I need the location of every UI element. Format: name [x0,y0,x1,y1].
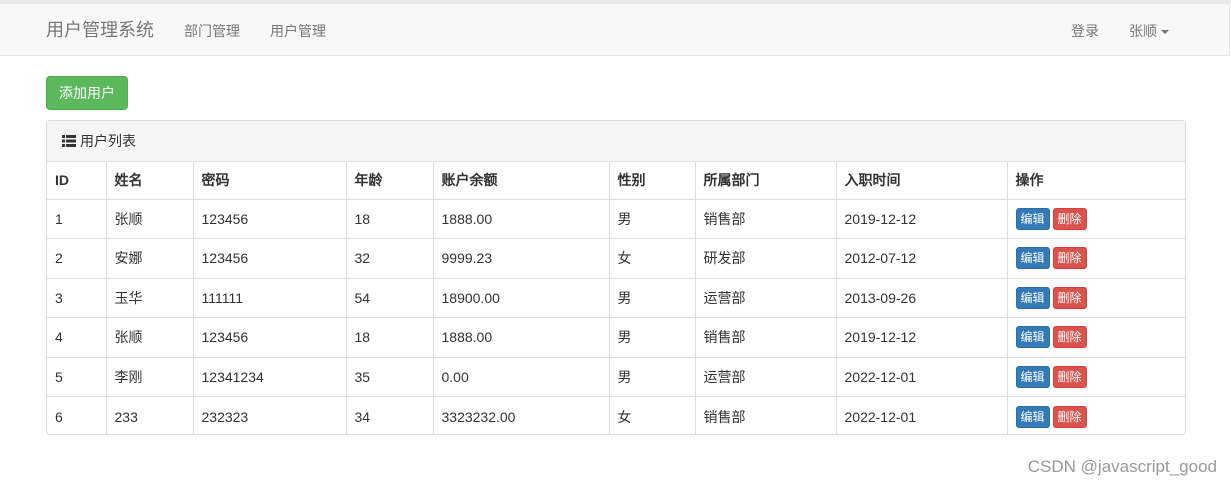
cell-department: 运营部 [695,357,837,397]
cell-name: 李刚 [106,357,194,397]
cell-balance: 18900.00 [433,278,610,318]
edit-button[interactable]: 编辑 [1015,365,1050,388]
table-row: 4 张顺 123456 18 1888.00 男销售部 2019-12-12 编辑 删除 [47,317,1185,358]
cell-name: 张顺 [106,317,194,358]
cell-actions: 编辑 删除 [1007,238,1185,279]
delete-button[interactable]: 删除 [1052,326,1087,349]
cell-hire-date: 2019-12-12 [836,317,1008,358]
user-name: 张顺 [1129,23,1157,39]
cell-gender: 男 [609,199,696,239]
cell-age: 32 [346,238,434,279]
user-dropdown[interactable]: 张顺 [1129,21,1169,41]
cell-age: 18 [346,199,434,239]
cell-password: 12341234 [193,357,347,397]
header-balance: 账户余额 [433,162,610,200]
cell-gender: 女 [609,238,696,279]
table-row: 5 李刚 12341234 35 0.00 男运营部 2022-12-01 编辑 删除 [47,357,1185,397]
cell-actions: 编辑 删除 [1007,199,1185,239]
cell-hire-date: 2019-12-12 [836,199,1008,239]
edit-button[interactable]: 编辑 [1015,405,1050,428]
cell-department: 销售部 [695,396,837,434]
cell-department: 研发部 [695,238,837,279]
cell-gender: 女 [609,396,696,434]
brand-title[interactable]: 用户管理系统 [46,19,154,41]
edit-button[interactable]: 编辑 [1015,286,1050,309]
cell-hire-date: 2012-07-12 [836,238,1008,279]
cell-balance: 0.00 [433,357,610,397]
header-name: 姓名 [106,162,194,200]
cell-id: 3 [47,278,107,318]
nav-department-management[interactable]: 部门管理 [184,21,240,41]
cell-password: 123456 [193,199,347,239]
delete-button[interactable]: 删除 [1052,286,1087,309]
header-password: 密码 [193,162,347,200]
navbar: 用户管理系统 部门管理 用户管理 登录 张顺 [0,3,1230,56]
table-row: 1 张顺 123456 18 1888.00 男销售部 2019-12-12 编辑 删除 [47,199,1185,239]
cell-password: 123456 [193,238,347,279]
cell-hire-date: 2013-09-26 [836,278,1008,318]
caret-down-icon [1161,30,1169,35]
user-list-panel: 用户列表 ID 姓名 密码 年龄 账户余额 性别 所属部门 入职时间 操作 1 … [46,120,1186,435]
cell-actions: 编辑 删除 [1007,278,1185,318]
edit-button[interactable]: 编辑 [1015,207,1050,230]
panel-heading: 用户列表 [47,121,1185,162]
cell-age: 18 [346,317,434,358]
add-user-button[interactable]: 添加用户 [46,76,128,110]
header-hire-date: 入职时间 [836,162,1008,200]
cell-name: 233 [106,396,194,434]
delete-button[interactable]: 删除 [1052,405,1087,428]
cell-balance: 9999.23 [433,238,610,279]
nav-login[interactable]: 登录 [1071,21,1099,41]
cell-gender: 男 [609,278,696,318]
delete-button[interactable]: 删除 [1052,365,1087,388]
delete-button[interactable]: 删除 [1052,207,1087,230]
cell-hire-date: 2022-12-01 [836,357,1008,397]
cell-age: 35 [346,357,434,397]
cell-id: 6 [47,396,107,434]
cell-password: 232323 [193,396,347,434]
header-id: ID [47,162,107,200]
cell-name: 安娜 [106,238,194,279]
cell-balance: 1888.00 [433,199,610,239]
cell-id: 4 [47,317,107,358]
nav-user-management[interactable]: 用户管理 [270,21,326,41]
watermark: CSDN @javascript_good [1027,457,1217,476]
cell-hire-date: 2022-12-01 [836,396,1008,434]
edit-button[interactable]: 编辑 [1015,326,1050,349]
header-department: 所属部门 [695,162,837,200]
header-age: 年龄 [346,162,434,200]
cell-department: 销售部 [695,317,837,358]
list-icon [62,135,76,147]
user-table: ID 姓名 密码 年龄 账户余额 性别 所属部门 入职时间 操作 1 张顺 1234… [47,162,1185,435]
cell-password: 111111 [193,278,347,318]
header-gender: 性别 [609,162,696,200]
cell-department: 销售部 [695,199,837,239]
table-row: 6 233 232323 34 3323232.00 女销售部 2022-12-01 编辑 删除 [47,396,1185,435]
cell-department: 运营部 [695,278,837,318]
header-actions: 操作 [1007,162,1185,200]
cell-id: 5 [47,357,107,397]
table-header-row: ID 姓名 密码 年龄 账户余额 性别 所属部门 入职时间 操作 [47,162,1185,200]
cell-age: 54 [346,278,434,318]
cell-password: 123456 [193,317,347,358]
cell-id: 1 [47,199,107,239]
edit-button[interactable]: 编辑 [1015,247,1050,270]
cell-balance: 3323232.00 [433,396,610,434]
cell-balance: 1888.00 [433,317,610,358]
panel-title: 用户列表 [80,133,136,149]
cell-age: 34 [346,396,434,434]
cell-actions: 编辑 删除 [1007,317,1185,358]
cell-id: 2 [47,238,107,279]
cell-gender: 男 [609,317,696,358]
cell-name: 玉华 [106,278,194,318]
cell-actions: 编辑 删除 [1007,397,1185,435]
delete-button[interactable]: 删除 [1052,247,1087,270]
cell-actions: 编辑 删除 [1007,357,1185,397]
cell-name: 张顺 [106,199,194,239]
table-row: 2 安娜 123456 32 9999.23 女研发部 2012-07-12 编辑 删除 [47,238,1185,279]
cell-gender: 男 [609,357,696,397]
table-row: 3 玉华 111111 54 18900.00 男运营部 2013-09-26 编辑 删除 [47,278,1185,318]
